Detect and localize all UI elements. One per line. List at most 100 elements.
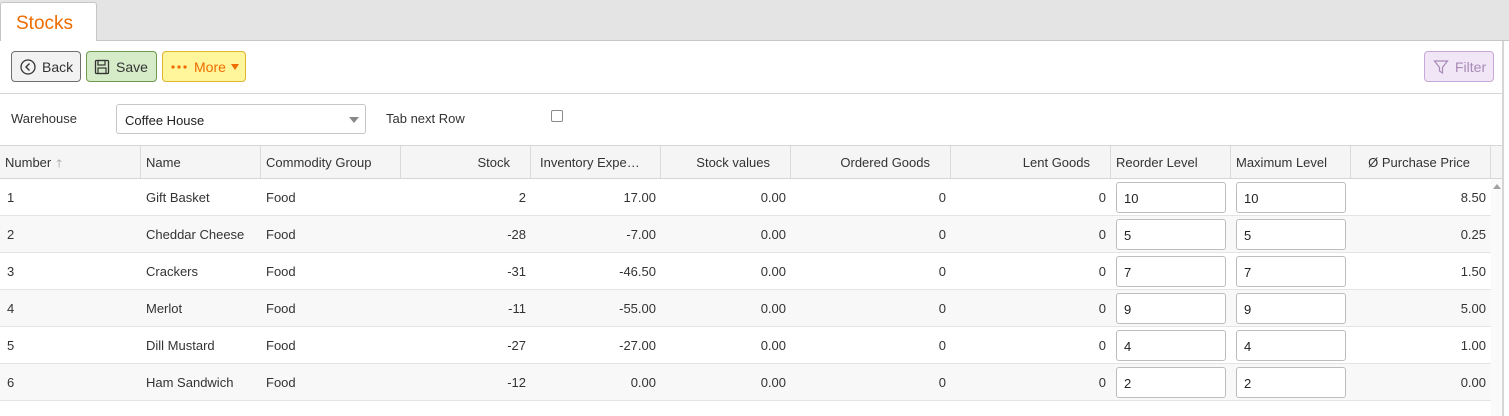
col-header-commodity-group[interactable]: Commodity Group [261, 146, 401, 178]
tab-stocks[interactable]: Stocks [0, 2, 97, 42]
table-row[interactable]: 4 Merlot Food -11 -55.00 0.00 0 0 5.00 [0, 290, 1491, 327]
col-header-purchase-price[interactable]: Ø Purchase Price [1351, 146, 1491, 178]
cell-lent-goods: 0 [1098, 301, 1106, 316]
more-button-label: More [194, 58, 226, 75]
cell-stock: -31 [507, 264, 526, 279]
cell-name: Ham Sandwich [146, 375, 234, 390]
col-header-number[interactable]: Number 🡑 [0, 146, 141, 178]
reorder-level-input[interactable] [1116, 330, 1226, 361]
cell-ordered-goods: 0 [938, 375, 946, 390]
cell-inventory-expense: -55.00 [619, 301, 656, 316]
reorder-level-input[interactable] [1116, 367, 1226, 398]
tab-stocks-label: Stocks [16, 13, 74, 34]
tab-next-row-checkbox[interactable] [551, 110, 563, 122]
content-border [1502, 41, 1504, 416]
cell-purchase-price: 8.50 [1460, 190, 1486, 205]
cell-stock-values: 0.00 [760, 190, 786, 205]
cell-stock: -11 [508, 301, 526, 316]
table-header: Number 🡑 Name Commodity Group Stock Inven… [0, 145, 1502, 179]
cell-inventory-expense: -46.50 [619, 264, 656, 279]
cell-number: 6 [7, 375, 15, 390]
more-dots-icon [170, 64, 188, 70]
save-button[interactable]: Save [86, 51, 157, 82]
col-header-maximum-level[interactable]: Maximum Level [1231, 146, 1351, 178]
filter-button[interactable]: Filter [1424, 51, 1494, 82]
filter-button-label: Filter [1455, 58, 1487, 75]
cell-commodity-group: Food [266, 301, 296, 316]
col-header-reorder-level[interactable]: Reorder Level [1111, 146, 1231, 178]
reorder-level-input[interactable] [1116, 182, 1226, 213]
col-header-inventory-expense[interactable]: Inventory Expe… [531, 146, 661, 178]
vertical-scrollbar[interactable] [1491, 179, 1502, 416]
cell-stock: 2 [518, 190, 526, 205]
cell-lent-goods: 0 [1098, 338, 1106, 353]
col-header-stock[interactable]: Stock [401, 146, 531, 178]
cell-commodity-group: Food [266, 264, 296, 279]
cell-number: 4 [7, 301, 15, 316]
cell-stock-values: 0.00 [760, 301, 786, 316]
table-row[interactable]: 6 Ham Sandwich Food -12 0.00 0.00 0 0 0.00 [0, 364, 1491, 401]
cell-name: Cheddar Cheese [146, 227, 245, 242]
warehouse-select[interactable]: Coffee House [116, 104, 366, 134]
cell-number: 1 [7, 190, 15, 205]
cell-stock: -28 [507, 227, 526, 242]
cell-ordered-goods: 0 [938, 227, 946, 242]
cell-ordered-goods: 0 [938, 301, 946, 316]
reorder-level-input[interactable] [1116, 256, 1226, 287]
cell-name: Merlot [146, 301, 183, 316]
col-header-lent-goods[interactable]: Lent Goods [951, 146, 1111, 178]
cell-purchase-price: 0.25 [1460, 227, 1486, 242]
cell-inventory-expense: -7.00 [626, 227, 656, 242]
cell-stock-values: 0.00 [760, 338, 786, 353]
back-circle-icon [20, 58, 36, 75]
col-header-name[interactable]: Name [141, 146, 261, 178]
cell-commodity-group: Food [266, 375, 296, 390]
cell-lent-goods: 0 [1098, 190, 1106, 205]
warehouse-select-value: Coffee House [125, 113, 205, 128]
cell-name: Dill Mustard [146, 338, 215, 353]
col-header-stock-values[interactable]: Stock values [661, 146, 791, 178]
cell-name: Gift Basket [146, 190, 210, 205]
col-header-ordered-goods[interactable]: Ordered Goods [791, 146, 951, 178]
cell-purchase-price: 5.00 [1460, 301, 1486, 316]
cell-purchase-price: 1.50 [1460, 264, 1486, 279]
cell-ordered-goods: 0 [938, 338, 946, 353]
filter-row: Warehouse Coffee House Tab next Row [0, 94, 1502, 145]
cell-ordered-goods: 0 [938, 190, 946, 205]
cell-lent-goods: 0 [1098, 264, 1106, 279]
cell-stock-values: 0.00 [760, 227, 786, 242]
reorder-level-input[interactable] [1116, 293, 1226, 324]
maximum-level-input[interactable] [1236, 182, 1346, 213]
cell-purchase-price: 1.00 [1460, 338, 1486, 353]
tab-bar: Stocks [0, 0, 1509, 42]
stocks-table: Number 🡑 Name Commodity Group Stock Inven… [0, 145, 1502, 416]
cell-ordered-goods: 0 [938, 264, 946, 279]
cell-inventory-expense: 0.00 [630, 375, 656, 390]
maximum-level-input[interactable] [1236, 367, 1346, 398]
tab-next-row-label: Tab next Row [386, 111, 465, 126]
table-row[interactable]: 5 Dill Mustard Food -27 -27.00 0.00 0 0 1.00 [0, 327, 1491, 364]
save-button-label: Save [116, 58, 148, 75]
back-button[interactable]: Back [11, 51, 81, 82]
chevron-down-icon [349, 117, 359, 123]
table-row[interactable]: 3 Crackers Food -31 -46.50 0.00 0 0 1.50 [0, 253, 1491, 290]
maximum-level-input[interactable] [1236, 293, 1346, 324]
cell-number: 2 [7, 227, 15, 242]
cell-purchase-price: 0.00 [1460, 375, 1486, 390]
warehouse-label: Warehouse [11, 111, 77, 126]
maximum-level-input[interactable] [1236, 256, 1346, 287]
cell-stock-values: 0.00 [760, 264, 786, 279]
reorder-level-input[interactable] [1116, 219, 1226, 250]
cell-lent-goods: 0 [1098, 375, 1106, 390]
cell-commodity-group: Food [266, 227, 296, 242]
maximum-level-input[interactable] [1236, 330, 1346, 361]
save-disk-icon [94, 59, 110, 75]
maximum-level-input[interactable] [1236, 219, 1346, 250]
table-row[interactable]: 1 Gift Basket Food 2 17.00 0.00 0 0 8.50 [0, 179, 1491, 216]
cell-commodity-group: Food [266, 338, 296, 353]
more-button[interactable]: More [162, 51, 246, 82]
cell-stock: -27 [507, 338, 526, 353]
scroll-up-icon[interactable] [1493, 184, 1501, 189]
cell-inventory-expense: 17.00 [623, 190, 656, 205]
table-row[interactable]: 2 Cheddar Cheese Food -28 -7.00 0.00 0 0 0.25 [0, 216, 1491, 253]
